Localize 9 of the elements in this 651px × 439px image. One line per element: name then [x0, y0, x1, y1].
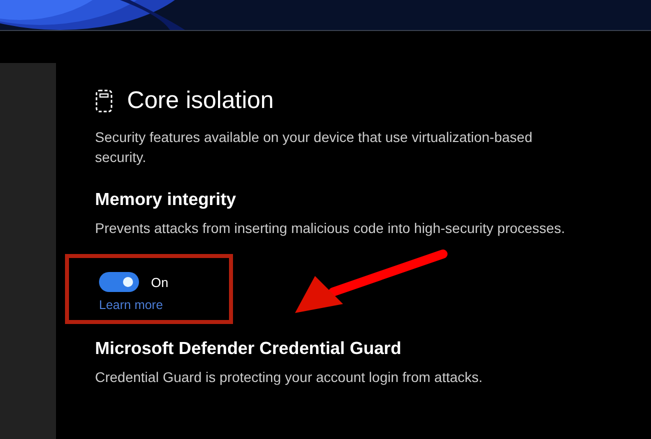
section-description: Prevents attacks from inserting malicious code into high-security processes. [95, 219, 566, 238]
section-heading: Memory integrity [95, 189, 237, 210]
page-title: Core isolation [127, 87, 274, 115]
page-description: Security features available on your device that use virtualization-based security. [95, 128, 534, 167]
toggle-label: On [151, 274, 168, 290]
toggle-switch[interactable] [99, 272, 139, 292]
section-description: Credential Guard is protecting your account login from attacks. [95, 368, 484, 387]
learn-more-link[interactable]: Learn more [99, 298, 163, 312]
section-heading: Microsoft Defender Credential Guard [95, 338, 402, 359]
